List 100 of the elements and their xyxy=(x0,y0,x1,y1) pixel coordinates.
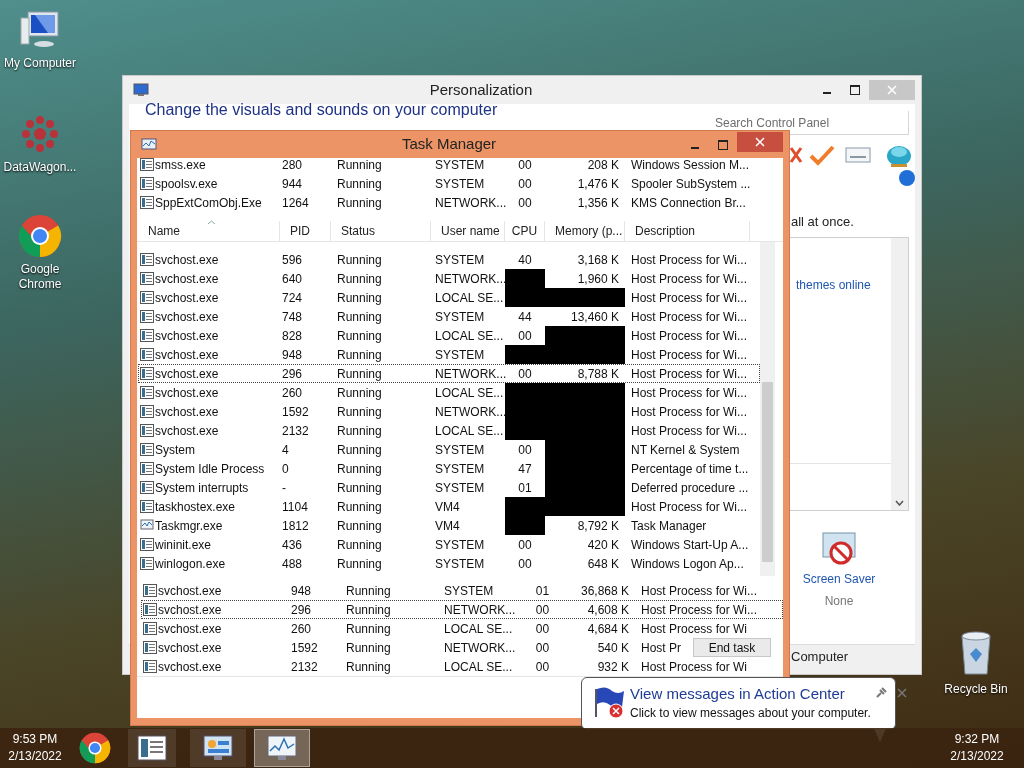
control-panel-icon xyxy=(202,734,234,762)
process-name: svchost.exe xyxy=(155,346,219,364)
table-cell-text: 1812 xyxy=(281,517,310,535)
process-icon xyxy=(140,348,154,361)
clock-time[interactable]: 9:32 PM xyxy=(954,731,1000,748)
pin-icon[interactable] xyxy=(874,687,887,699)
flag-icon xyxy=(592,685,626,719)
process-icon xyxy=(140,519,154,532)
table-cell-text: 00 xyxy=(517,194,533,212)
chrome-icon xyxy=(79,732,111,764)
process-name: svchost.exe xyxy=(158,620,222,638)
table-cell-text: Host Process for Wi... xyxy=(631,403,748,421)
table-cell-text: Running xyxy=(336,555,383,573)
table-cell-text: 828 xyxy=(281,327,304,345)
process-icon xyxy=(140,538,154,551)
process-icon xyxy=(140,310,154,323)
table-cell-text: 00 xyxy=(517,158,533,174)
table-cell-text: 8,792 K xyxy=(576,517,620,535)
table-cell-text: Task Manager xyxy=(631,517,707,535)
scrollbar[interactable] xyxy=(891,237,908,510)
table-cell-text: Host Process for Wi... xyxy=(631,365,748,383)
cross-icon[interactable] xyxy=(789,146,803,164)
notification-message: Click to view messages about your computer. xyxy=(630,705,871,721)
table-cell-text: Running xyxy=(336,251,383,269)
process-name: svchost.exe xyxy=(155,403,219,421)
scrollbar-thumb[interactable] xyxy=(762,382,773,562)
taskbar-button[interactable] xyxy=(254,729,310,767)
card-icon[interactable] xyxy=(845,146,871,164)
desktop-icon-label[interactable]: My Computer xyxy=(1,56,79,71)
table-cell-text: NT Kernel & System xyxy=(631,441,740,459)
table-cell-text: VM4 xyxy=(434,517,461,535)
table-cell-text: 36,868 K xyxy=(579,582,630,600)
table-cell-text: NETWORK... xyxy=(443,601,517,619)
table-cell-text: 260 xyxy=(290,620,313,638)
table-cell-text: 540 K xyxy=(596,639,630,657)
table-cell-text: SYSTEM xyxy=(434,555,486,573)
screen-saver-link[interactable]: Screen Saver xyxy=(802,569,876,588)
column-header[interactable]: Status xyxy=(331,221,431,241)
column-header[interactable]: CPU xyxy=(505,221,545,241)
get-themes-link[interactable]: themes online xyxy=(796,275,891,294)
clock-date[interactable]: 2/13/2022 xyxy=(950,748,1004,765)
table-cell-text: SYSTEM xyxy=(443,582,495,600)
table-cell-text: LOCAL SE... xyxy=(443,620,514,638)
check-icon[interactable] xyxy=(809,144,835,166)
process-icon xyxy=(140,462,154,475)
desktop-icon-label[interactable]: Google Chrome xyxy=(1,262,79,292)
close-icon xyxy=(887,85,897,95)
table-cell-text: 436 xyxy=(281,536,304,554)
column-header[interactable]: Memory (p... xyxy=(545,221,625,241)
table-cell-text: 1264 xyxy=(281,194,310,212)
table-cell-text: 00 xyxy=(534,620,551,638)
screen-saver-value: None xyxy=(824,592,854,610)
table-cell-text: 4 xyxy=(281,441,290,459)
table-cell-text: 1592 xyxy=(290,639,319,657)
column-header[interactable]: User name xyxy=(431,221,505,241)
table-cell-text: Host Process for Wi xyxy=(641,658,748,676)
taskbar-button[interactable] xyxy=(190,729,246,767)
table-cell-text: 208 K xyxy=(586,158,620,174)
close-icon[interactable] xyxy=(896,688,907,698)
table-cell-text: 1104 xyxy=(281,498,309,516)
maximize-icon xyxy=(850,85,860,95)
column-header[interactable]: Description xyxy=(625,221,750,241)
table-cell-text: 00 xyxy=(517,555,533,573)
recycle-bin-icon[interactable] xyxy=(958,630,994,676)
table-cell-text: Running xyxy=(336,479,383,497)
table-cell-text: 1,356 K xyxy=(576,194,620,212)
scrollbar[interactable] xyxy=(760,242,775,576)
selected-row[interactable]: svchost.exe 296 Running NETWORK... 00 8,788 K Host Process for Wi... xyxy=(138,364,760,383)
table-cell-text: Host Process for Wi xyxy=(641,620,748,638)
process-icon xyxy=(143,584,157,597)
table-cell-text: - xyxy=(281,479,287,497)
column-header[interactable]: PID xyxy=(280,221,331,241)
desktop-icon-label[interactable]: Recycle Bin xyxy=(944,680,1008,698)
process-name: svchost.exe xyxy=(155,327,219,345)
table-cell-text: Spooler SubSystem ... xyxy=(631,175,751,193)
taskbar-button[interactable] xyxy=(128,729,176,767)
process-icon xyxy=(140,329,154,342)
clock-time: 9:53 PM xyxy=(12,731,58,748)
table-cell-text: Running xyxy=(336,498,383,516)
desktop-icon-label[interactable]: DataWagon... xyxy=(1,160,79,175)
process-icon xyxy=(140,557,154,570)
table-cell-text: Host Process for Wi... xyxy=(631,270,748,288)
selected-row[interactable]: svchost.exe 296 Running NETWORK... 00 4,608 K Host Process for Wi... xyxy=(141,600,783,619)
notification-title[interactable]: View messages in Action Center xyxy=(630,685,871,703)
table-cell-text: 00 xyxy=(517,327,533,345)
table-cell-text: 01 xyxy=(534,582,551,600)
table-cell-text: SYSTEM xyxy=(434,346,486,364)
table-cell-text: Running xyxy=(336,175,383,193)
footer-text: Computer xyxy=(791,647,849,666)
end-task-button[interactable]: End task xyxy=(693,638,771,657)
table-cell-text: 944 xyxy=(281,175,304,193)
table-cell-text: Running xyxy=(336,536,383,554)
table-cell-text: Host Process for Wi... xyxy=(641,601,758,619)
chrome-icon[interactable] xyxy=(18,214,62,258)
column-header[interactable]: Name xyxy=(138,221,280,241)
table-cell-text: 00 xyxy=(534,639,551,657)
process-name: System Idle Process xyxy=(155,460,265,478)
table-cell-text: 40 xyxy=(517,251,533,269)
process-name: svchost.exe xyxy=(155,251,219,269)
table-cell-text: NETWORK... xyxy=(434,365,505,383)
